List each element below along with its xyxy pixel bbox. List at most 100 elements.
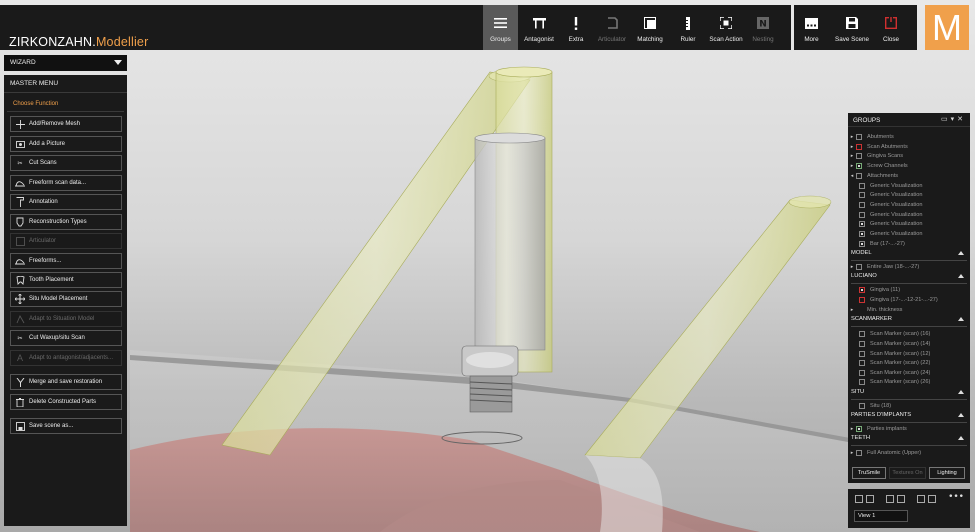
freeforms-button[interactable]: Freeforms... [10,253,122,269]
extra-button[interactable]: Extra [560,5,592,50]
annotation-button[interactable]: Annotation [10,194,122,210]
visibility-checkbox[interactable] [859,192,865,198]
group-item-generic-visualization[interactable]: Generic Visualization [859,190,922,200]
visibility-checkbox[interactable] [856,153,862,159]
group-item-bar[interactable]: Bar (17-...-27) [859,239,905,249]
trusmile-button[interactable]: TruSmile [852,467,886,479]
cut-scans-button[interactable]: ✂ Cut Scans [10,155,122,171]
collapse-icon[interactable] [958,390,964,394]
group-item-full-anatomic[interactable]: ▸ Full Anatomic (Upper) [848,448,921,458]
more-options-icon[interactable]: ••• [948,492,964,502]
view-layout-icon[interactable] [866,495,874,503]
save-scene-button[interactable]: Save Scene [829,5,875,50]
group-item-gingiva-range[interactable]: Gingiva (17-...-12-21-...-27) [859,295,938,305]
save-scene-as-button[interactable]: Save scene as... [10,418,122,434]
collapse-icon[interactable] [958,274,964,278]
section-situ[interactable]: SITU [851,389,967,400]
visibility-checkbox[interactable] [856,134,862,140]
visibility-checkbox[interactable] [856,173,862,179]
scan-action-button[interactable]: Scan Action [708,5,744,50]
lighting-button[interactable]: Lighting [929,467,965,479]
reconstruction-types-button[interactable]: Reconstruction Types [10,214,122,230]
view-name-field[interactable]: View 1 [854,510,908,522]
add-remove-mesh-button[interactable]: Add/Remove Mesh [10,116,122,132]
articulator-button[interactable]: Articulator [592,5,632,50]
visibility-checkbox[interactable] [859,241,865,247]
cut-waxup-situ-scan-button[interactable]: ✂ Cut Waxup/situ Scan [10,330,122,346]
articulator-function-button[interactable]: Articulator [10,233,122,249]
group-item-parties-implants[interactable]: ▸ Parties implants [848,424,907,434]
section-teeth[interactable]: TEETH [851,435,967,446]
visibility-checkbox[interactable] [859,351,865,357]
close-icon[interactable]: ✕ [957,116,966,123]
visibility-checkbox[interactable] [856,264,862,270]
visibility-checkbox[interactable] [856,426,862,432]
group-item-situ[interactable]: Situ (18) [859,401,891,411]
visibility-checkbox[interactable] [856,450,862,456]
visibility-checkbox[interactable] [859,231,865,237]
group-item-scan-marker[interactable]: Scan Marker (scan) (26) [859,377,930,387]
group-item-generic-visualization[interactable]: Generic Visualization [859,200,922,210]
collapse-icon[interactable] [958,251,964,255]
visibility-checkbox[interactable] [856,144,862,150]
visibility-checkbox[interactable] [859,403,865,409]
section-scanmarker[interactable]: SCANMARKER [851,316,967,327]
nesting-button[interactable]: N Nesting [744,5,782,50]
group-item-gingiva-scans[interactable]: ▸ Gingiva Scans [848,151,903,161]
collapse-icon[interactable] [958,413,964,417]
section-implants[interactable]: PARTIES D'IMPLANTS [851,412,967,423]
tooth-placement-button[interactable]: Tooth Placement [10,272,122,288]
restore-icon[interactable]: ▭ [941,116,951,123]
group-item-generic-visualization[interactable]: Generic Visualization [859,219,922,229]
visibility-checkbox[interactable] [859,297,865,303]
visibility-checkbox[interactable] [859,331,865,337]
visibility-checkbox[interactable] [859,379,865,385]
group-item-scan-marker[interactable]: Scan Marker (scan) (16) [859,329,930,339]
visibility-checkbox[interactable] [859,370,865,376]
view-layout-icon[interactable] [855,495,863,503]
matching-button[interactable]: Matching [632,5,668,50]
group-item-screw-channels[interactable]: ▸ Screw Channels [848,161,908,171]
visibility-checkbox[interactable] [859,221,865,227]
visibility-checkbox[interactable] [859,183,865,189]
ruler-button[interactable]: Ruler [668,5,708,50]
group-item-abutments[interactable]: ▸ Abutments [848,132,894,142]
scissors-icon: ✂ [17,335,23,342]
group-item-scan-marker[interactable]: Scan Marker (scan) (14) [859,339,930,349]
section-luciano[interactable]: LUCIANO [851,273,967,284]
view-layout-icon[interactable] [917,495,925,503]
close-button[interactable]: Close [875,5,907,50]
group-item-min-thickness[interactable]: ▸ Min. thickness [848,305,903,315]
visibility-checkbox[interactable] [859,287,865,293]
adapt-situation-model-button[interactable]: Adapt to Situation Model [10,311,122,327]
situ-model-placement-button[interactable]: Situ Model Placement [10,291,122,307]
visibility-checkbox[interactable] [859,202,865,208]
section-model[interactable]: MODEL [851,250,967,261]
wizard-dropdown[interactable]: WIZARD [4,55,127,71]
visibility-checkbox[interactable] [859,341,865,347]
main-toolbar: Groups Antagonist Extra Articulator Matc… [483,5,782,50]
view-layout-icon[interactable] [897,495,905,503]
group-item-entire-jaw[interactable]: ▸ Entire Jaw (18-...-27) [848,262,919,272]
more-button[interactable]: More [794,5,829,50]
view-layout-icon[interactable] [886,495,894,503]
delete-constructed-parts-button[interactable]: Delete Constructed Parts [10,394,122,410]
merge-save-restoration-button[interactable]: Merge and save restoration [10,374,122,390]
adapt-antagonist-button[interactable]: A Adapt to antagonist/adjacents... [10,350,122,366]
visibility-checkbox[interactable] [859,212,865,218]
collapse-icon[interactable] [958,436,964,440]
textures-on-button[interactable]: Textures On [889,467,926,479]
visibility-checkbox[interactable] [856,163,862,169]
antagonist-button[interactable]: Antagonist [518,5,560,50]
groups-button[interactable]: Groups [483,5,518,50]
add-picture-button[interactable]: Add a Picture [10,136,122,152]
group-item-scan-marker[interactable]: Scan Marker (scan) (22) [859,358,930,368]
3d-viewport[interactable] [0,0,975,532]
freeform-scan-data-button[interactable]: Freeform scan data... [10,175,122,191]
view-layout-icon[interactable] [928,495,936,503]
group-item-attachments[interactable]: ◂ Attachments [848,171,898,181]
visibility-checkbox[interactable] [859,360,865,366]
collapse-icon[interactable] [958,317,964,321]
group-item-generic-visualization[interactable]: Generic Visualization [859,229,922,239]
group-item-gingiva-11[interactable]: Gingiva (11) [859,285,900,295]
